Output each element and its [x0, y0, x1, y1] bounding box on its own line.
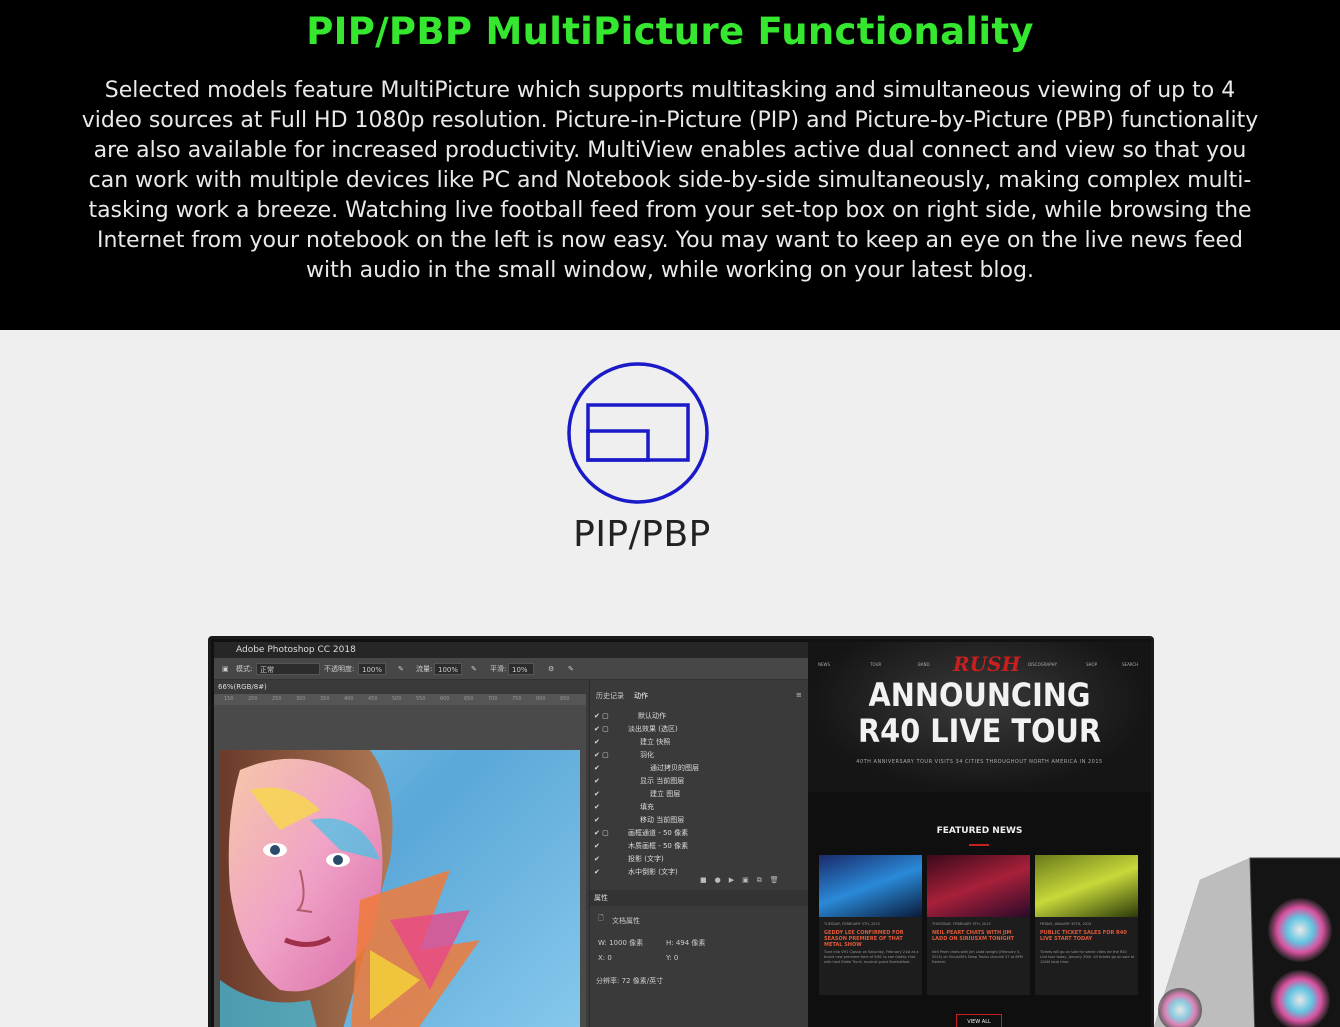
- brush-preset-icon[interactable]: ▣: [222, 663, 229, 675]
- check-icon[interactable]: ✔ ▢: [594, 723, 609, 736]
- actions-panel: 历史记录 动作 ≡ ✔ ▢ 默认动作 ✔ ▢ 淡出效果 (选区) ✔ 建立 快照 ✔ …: [589, 680, 808, 1027]
- check-icon[interactable]: ✔: [594, 840, 600, 853]
- news-image: [927, 855, 1030, 917]
- height-field[interactable]: H: 494 像素: [666, 938, 705, 948]
- nav-band[interactable]: BAND: [918, 662, 930, 667]
- news-card[interactable]: TUESDAY, FEBRUARY 3TH, 2015 GEDDY LEE CO…: [819, 855, 922, 995]
- document-icon: 🗋: [598, 914, 604, 922]
- action-controls[interactable]: ■●▶▣⧉🗑: [700, 876, 787, 885]
- gear-icon[interactable]: ⚙: [548, 663, 554, 675]
- hero-section: PIP/PBP MultiPicture Functionality Selec…: [0, 0, 1340, 330]
- check-icon[interactable]: ✔: [594, 788, 600, 801]
- list-item[interactable]: ✔ 投影 (文字): [594, 853, 804, 866]
- pressure-size-icon[interactable]: ✎: [568, 663, 574, 675]
- opacity-select[interactable]: 100%: [358, 663, 386, 675]
- section-title: PIP/PBP MultiPicture Functionality: [306, 10, 1034, 53]
- tab-actions[interactable]: 动作: [634, 691, 648, 701]
- rush-headline-1: ANNOUNCING: [868, 676, 1091, 714]
- check-icon[interactable]: ✔: [594, 853, 600, 866]
- check-icon[interactable]: ✔: [594, 762, 600, 775]
- panel-tabs: 历史记录 动作 ≡: [590, 688, 808, 704]
- opacity-label: 不透明度:: [324, 665, 355, 673]
- photoshop-title-bar: Adobe Photoshop CC 2018: [214, 642, 808, 658]
- list-item[interactable]: ✔ 建立 快照: [594, 736, 804, 749]
- monitor-display: Adobe Photoshop CC 2018 ▣ 模式: 正常 不透明度: 1…: [208, 636, 1154, 1027]
- nav-discography[interactable]: DISCOGRAPHY: [1028, 662, 1057, 667]
- nav-search[interactable]: SEARCH: [1122, 662, 1138, 667]
- photoshop-options-bar: ▣ 模式: 正常 不透明度: 100% ✎ 流量: 100% ✎ 平滑: 10%…: [214, 658, 808, 680]
- canvas-artwork-portrait[interactable]: [220, 750, 580, 1027]
- list-item[interactable]: ✔ 通过拷贝的图层: [594, 762, 804, 775]
- list-item[interactable]: ✔ 显示 当前图层: [594, 775, 804, 788]
- list-item[interactable]: ✔ 木质画框 - 50 像素: [594, 840, 804, 853]
- smooth-select[interactable]: 10%: [508, 663, 534, 675]
- check-icon[interactable]: ✔ ▢: [594, 827, 609, 840]
- mode-select[interactable]: 正常: [256, 663, 320, 675]
- properties-header: 属性: [590, 890, 808, 906]
- list-item[interactable]: ✔ 建立 图层: [594, 788, 804, 801]
- check-icon[interactable]: ✔: [594, 736, 600, 749]
- check-icon[interactable]: ✔: [594, 775, 600, 788]
- flow-label: 流量:: [416, 665, 433, 673]
- view-all-button[interactable]: VIEW ALL: [956, 1014, 1002, 1027]
- airbrush-icon[interactable]: ✎: [471, 663, 477, 675]
- flow-select[interactable]: 100%: [434, 663, 462, 675]
- pip-pbp-label: PIP/PBP: [573, 514, 711, 555]
- check-icon[interactable]: ✔: [594, 866, 600, 879]
- document-tab[interactable]: 66%(RGB/8#): [214, 680, 586, 694]
- panel-menu-icon[interactable]: ≡: [796, 691, 802, 699]
- photoshop-document: 66%(RGB/8#) 150 200 250 300 350 400 450 …: [214, 680, 586, 1027]
- check-icon[interactable]: ✔ ▢: [594, 710, 609, 723]
- list-item[interactable]: ✔ ▢ 羽化: [594, 749, 804, 762]
- nav-shop[interactable]: SHOP: [1086, 662, 1097, 667]
- list-item[interactable]: ✔ 填充: [594, 801, 804, 814]
- rush-headline-2: R40 LIVE TOUR: [857, 712, 1102, 750]
- check-icon[interactable]: ✔: [594, 814, 600, 827]
- tab-history[interactable]: 历史记录: [596, 691, 624, 701]
- mode-label: 模式:: [236, 665, 253, 673]
- width-field[interactable]: W: 1000 像素: [598, 938, 643, 948]
- rush-subheadline: 40TH ANNIVERSARY TOUR VISITS 34 CITIES T…: [856, 759, 1103, 765]
- doc-props-label: 文档属性: [612, 917, 640, 925]
- x-field[interactable]: X: 0: [598, 954, 612, 962]
- pip-window-icon: [566, 361, 710, 505]
- news-image: [1035, 855, 1138, 917]
- y-field[interactable]: Y: 0: [666, 954, 678, 962]
- check-icon[interactable]: ✔ ▢: [594, 749, 609, 762]
- nav-news[interactable]: NEWS: [818, 662, 830, 667]
- horizontal-ruler: 150 200 250 300 350 400 450 500 550 600 …: [214, 694, 586, 705]
- nav-tour[interactable]: TOUR: [870, 662, 881, 667]
- news-image: [819, 855, 922, 917]
- list-item[interactable]: ✔ ▢ 淡出效果 (选区): [594, 723, 804, 736]
- rush-website: NEWS TOUR BAND DISCOGRAPHY SHOP SEARCH R…: [808, 642, 1151, 1027]
- check-icon[interactable]: ✔: [594, 801, 600, 814]
- smooth-label: 平滑:: [490, 665, 507, 673]
- news-card[interactable]: FRIDAY, JANUARY 30TH, 2015 PUBLIC TICKET…: [1035, 855, 1138, 995]
- list-item[interactable]: ✔ 移动 当前图层: [594, 814, 804, 827]
- pc-case-image: [1140, 850, 1340, 1027]
- list-item[interactable]: ✔ ▢ 默认动作: [594, 710, 804, 723]
- resolution-field: 分辨率: 72 像素/英寸: [596, 977, 664, 985]
- rush-logo[interactable]: RUSH: [953, 652, 1020, 676]
- list-item[interactable]: ✔ ▢ 画框通道 - 50 像素: [594, 827, 804, 840]
- featured-news-heading: FEATURED NEWS: [936, 826, 1023, 836]
- photoshop-window: Adobe Photoshop CC 2018 ▣ 模式: 正常 不透明度: 1…: [214, 642, 808, 1027]
- section-description: Selected models feature MultiPicture whi…: [81, 78, 1259, 283]
- news-card[interactable]: THURSDAY, FEBRUARY 5TH, 2015 NEIL PEART …: [927, 855, 1030, 995]
- actions-list: ✔ ▢ 默认动作 ✔ ▢ 淡出效果 (选区) ✔ 建立 快照 ✔ ▢ 羽化 ✔ 通过拷贝的…: [594, 710, 804, 879]
- featured-divider: [969, 844, 989, 846]
- pressure-opacity-icon[interactable]: ✎: [398, 663, 404, 675]
